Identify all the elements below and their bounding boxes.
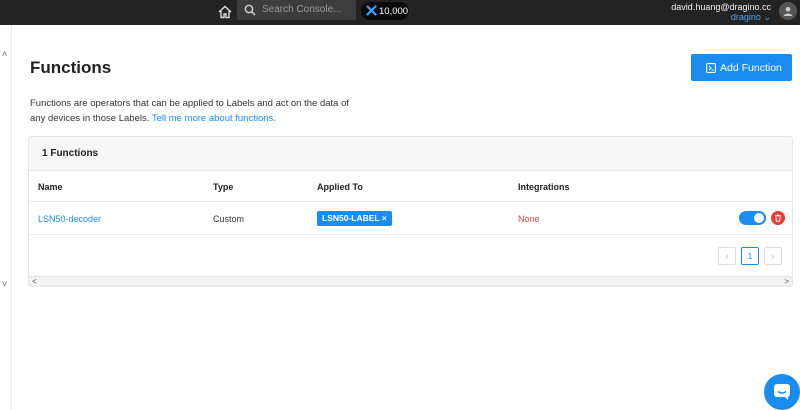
integrations-value: None — [518, 214, 540, 224]
remove-label-icon[interactable]: × — [382, 213, 387, 223]
function-type: Custom — [213, 214, 245, 224]
delete-button[interactable] — [771, 211, 785, 225]
functions-table-card: 1 Functions Name Type Applied To Integra… — [28, 136, 793, 287]
pagination-page-1[interactable]: 1 — [741, 247, 759, 265]
column-name[interactable]: Name — [38, 182, 63, 192]
top-bar: Search Console... 10,000 david.huang@dra… — [0, 0, 800, 25]
scroll-down-icon[interactable]: ˅ — [2, 279, 7, 289]
search-console[interactable]: Search Console... — [237, 0, 356, 20]
column-integrations[interactable]: Integrations — [518, 182, 570, 192]
horizontal-scrollbar[interactable]: < > — [29, 276, 792, 286]
dc-balance-value: 10,000 — [379, 6, 409, 17]
column-type[interactable]: Type — [213, 182, 233, 192]
divider — [29, 234, 792, 235]
add-function-button[interactable]: Add Function — [691, 54, 792, 81]
page-title: Functions — [30, 58, 112, 77]
column-applied-to[interactable]: Applied To — [317, 182, 363, 192]
table-header-bar: 1 Functions — [29, 137, 792, 171]
search-placeholder: Search Console... — [262, 4, 342, 15]
pagination-next[interactable]: › — [764, 247, 782, 265]
label-tag-text: LSN50-LABEL — [322, 213, 380, 223]
function-name-link[interactable]: LSN50-decoder — [38, 214, 101, 224]
chat-icon — [774, 384, 790, 400]
dc-balance[interactable]: 10,000 — [361, 2, 409, 20]
pagination-prev[interactable]: ‹ — [718, 247, 736, 265]
user-email[interactable]: david.huang@dragino.cc — [671, 2, 771, 12]
search-icon — [244, 4, 256, 16]
page-description: Functions are operators that can be appl… — [30, 96, 360, 126]
scroll-up-icon[interactable]: ˄ — [2, 49, 7, 59]
vertical-scrollbar[interactable]: ˄ ˅ — [0, 25, 12, 410]
divider — [29, 201, 792, 202]
user-icon — [783, 7, 793, 16]
chevron-down-icon: ⌄ — [763, 12, 771, 22]
scroll-right-icon[interactable]: > — [784, 277, 789, 286]
label-tag[interactable]: LSN50-LABEL × — [317, 211, 392, 226]
function-icon — [706, 63, 716, 73]
active-toggle[interactable] — [739, 211, 766, 225]
trash-icon — [775, 214, 781, 222]
functions-count: 1 Functions — [42, 148, 99, 159]
org-name: dragino — [730, 12, 761, 22]
add-function-label: Add Function — [720, 62, 782, 74]
learn-more-link[interactable]: Tell me more about functions. — [152, 113, 276, 124]
scroll-left-icon[interactable]: < — [32, 277, 37, 286]
toggle-knob — [754, 213, 764, 223]
helium-x-icon — [366, 5, 377, 16]
home-icon[interactable] — [217, 4, 233, 20]
avatar[interactable] — [779, 2, 797, 20]
support-chat-button[interactable] — [764, 374, 800, 410]
org-selector[interactable]: dragino ⌄ — [731, 12, 771, 23]
